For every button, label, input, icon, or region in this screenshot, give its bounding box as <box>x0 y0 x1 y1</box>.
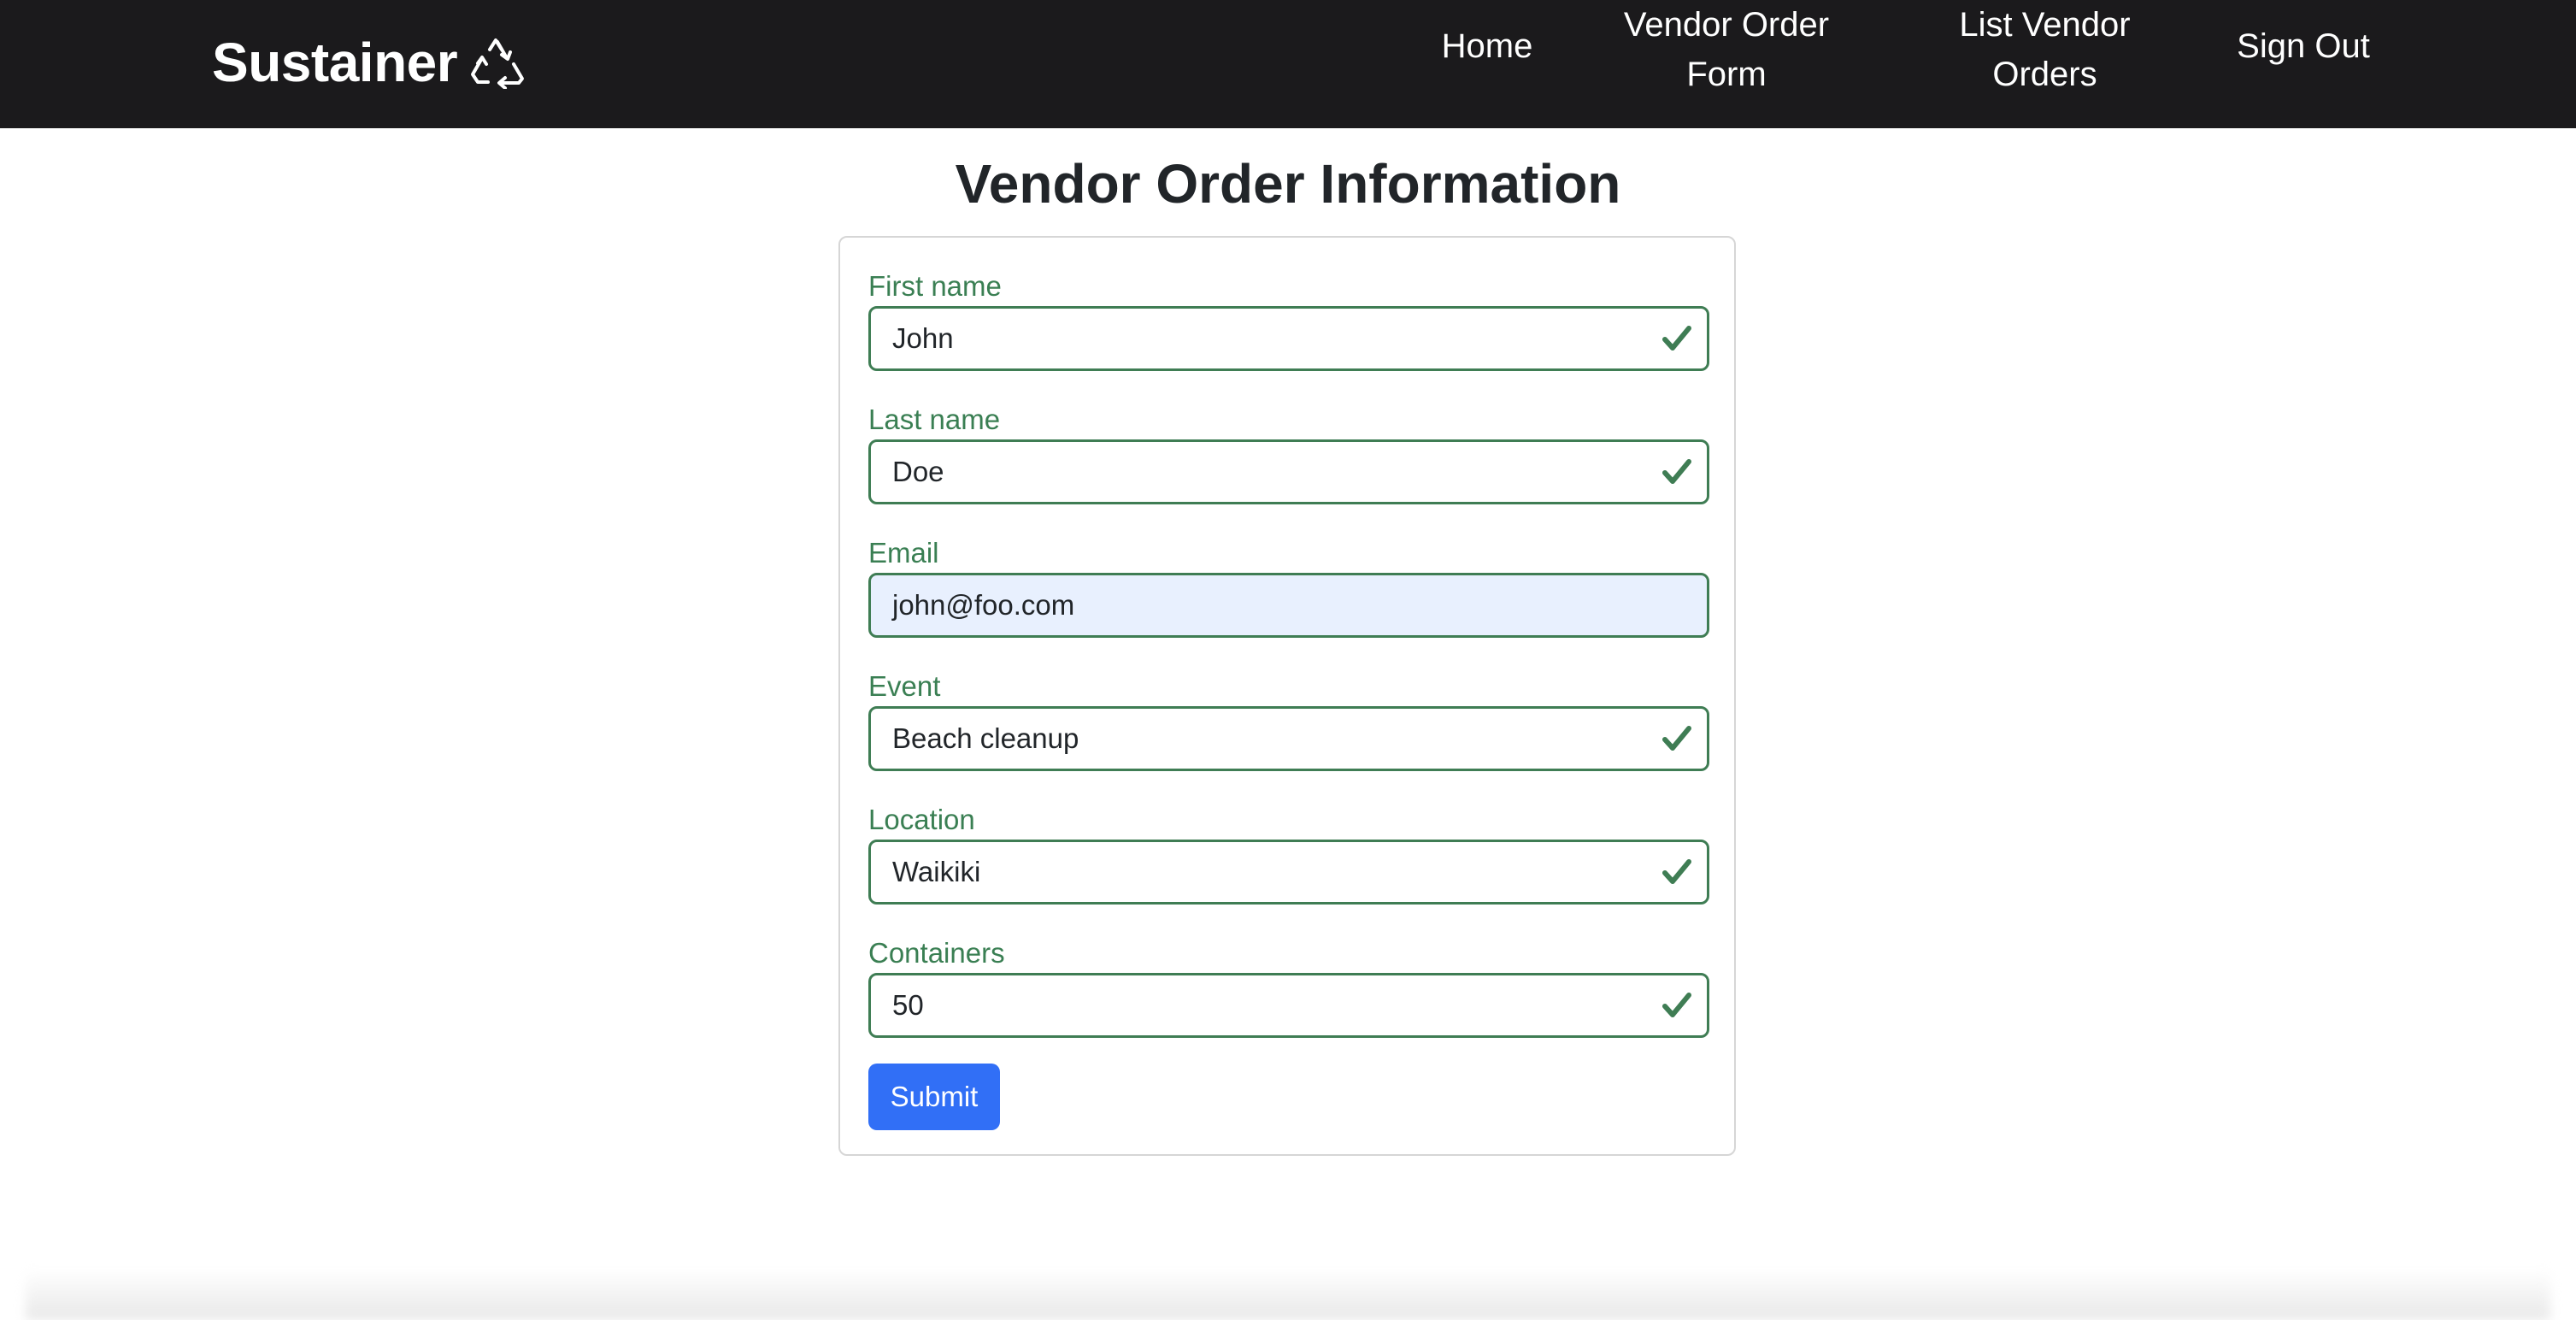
last-name-label: Last name <box>868 404 1001 435</box>
containers-label: Containers <box>868 937 1005 969</box>
valid-check-icon <box>1662 459 1691 484</box>
nav-link-label: List Vendor <box>1959 6 2131 44</box>
first-name-value: John <box>892 322 954 354</box>
location-input[interactable]: Waikiki <box>868 840 1709 905</box>
submit-button[interactable]: Submit <box>868 1064 1000 1130</box>
page-title: Vendor Order Information <box>955 153 1621 215</box>
nav-link-label: Form <box>1686 56 1767 93</box>
valid-check-icon <box>1662 726 1691 751</box>
nav-link-label: Vendor Order <box>1623 6 1830 44</box>
containers-input[interactable]: 50 <box>868 973 1709 1038</box>
email-label: Email <box>868 537 939 569</box>
vendor-order-form: First name John Last name Doe Email john… <box>838 236 1736 1156</box>
email-value: john@foo.com <box>892 589 1075 621</box>
nav-link-home[interactable]: Home <box>1427 21 1547 71</box>
brand-name: Sustainer <box>212 32 458 93</box>
valid-check-icon <box>1662 993 1691 1017</box>
nav-link-label: Orders <box>1992 56 2097 93</box>
email-input[interactable]: john@foo.com <box>868 573 1709 638</box>
first-name-input[interactable]: John <box>868 306 1709 371</box>
bottom-shadow <box>26 1269 2550 1320</box>
nav-link-vendor-order-form[interactable]: Vendor Order Form <box>1607 0 1846 99</box>
event-input[interactable]: Beach cleanup <box>868 706 1709 771</box>
event-value: Beach cleanup <box>892 722 1079 754</box>
nav-link-label: Home <box>1441 27 1533 65</box>
last-name-value: Doe <box>892 456 944 487</box>
last-name-input[interactable]: Doe <box>868 439 1709 504</box>
location-value: Waikiki <box>892 856 981 887</box>
first-name-label: First name <box>868 270 1002 302</box>
brand-link[interactable]: Sustainer <box>212 24 526 101</box>
recycle-icon <box>471 38 525 89</box>
event-label: Event <box>868 670 941 702</box>
nav-link-label: Sign Out <box>2237 27 2370 65</box>
navbar: Sustainer Home Vendor Order Form List Ve… <box>0 0 2576 128</box>
valid-check-icon <box>1662 326 1691 351</box>
valid-check-icon <box>1662 859 1691 884</box>
nav-link-sign-out[interactable]: Sign Out <box>2226 21 2380 71</box>
containers-value: 50 <box>892 989 924 1021</box>
location-label: Location <box>868 804 975 835</box>
nav-link-list-vendor-orders[interactable]: List Vendor Orders <box>1936 0 2154 99</box>
